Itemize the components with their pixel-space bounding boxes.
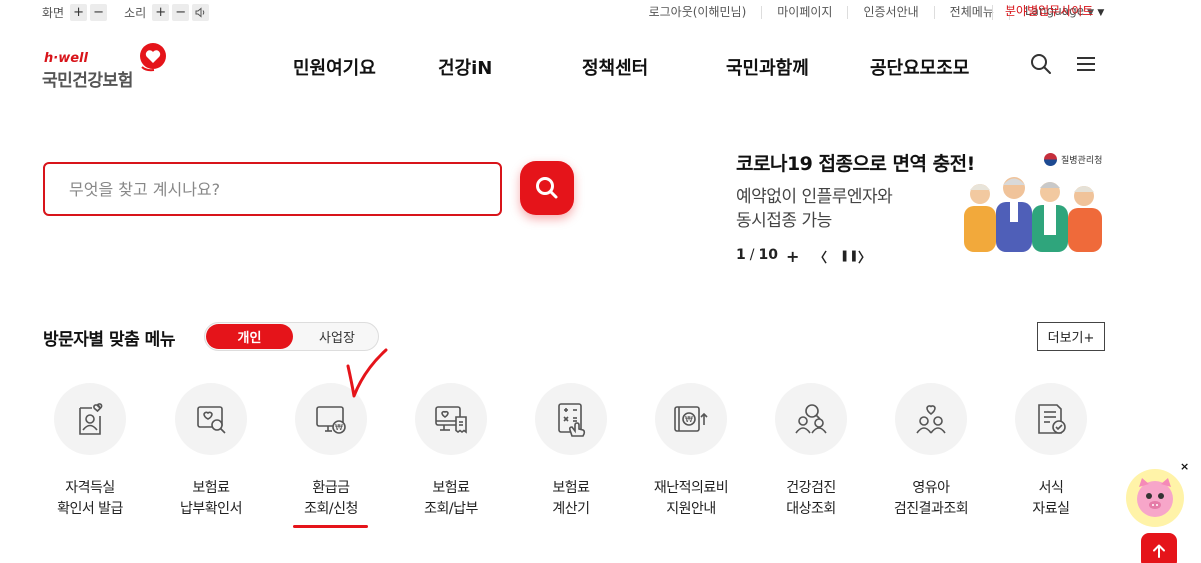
menu-item-catastrophic-medical-support[interactable]: ₩ 재난적의료비 지원안내 (631, 383, 751, 523)
business-site-dropdown[interactable]: 분야별업무사이트 ▼ (992, 5, 1104, 20)
menu-icon-circle: ₩ (655, 383, 727, 455)
menu-item-line2: 조회/납부 (424, 501, 478, 517)
search-button[interactable] (520, 161, 574, 215)
screen-zoom-in-button[interactable]: + (70, 4, 88, 21)
menu-item-premium-calculator[interactable]: 보험료 계산기 (511, 383, 631, 523)
menu-item-line1: 재난적의료비 (653, 480, 729, 496)
scroll-to-top-button[interactable] (1141, 533, 1177, 563)
pager-current: 1 (736, 247, 746, 263)
wallet-won-up-icon: ₩ (674, 406, 708, 432)
menu-icon-circle (1015, 383, 1087, 455)
menu-item-line2: 조회/신청 (304, 501, 358, 517)
utility-bar: 화면 + − 소리 + − 로그아웃(이해민님) 마이페이지 인증서안내 전체메… (0, 0, 1201, 26)
svg-text:₩: ₩ (335, 423, 343, 432)
banner-title[interactable]: 코로나19 접종으로 면역 충전! (736, 149, 975, 176)
menu-item-line2: 지원안내 (666, 501, 716, 517)
speaker-icon[interactable] (192, 4, 210, 21)
agency-name: 질병관리청 (1061, 156, 1103, 166)
tab-personal[interactable]: 개인 (206, 324, 293, 349)
menu-item-line2: 검진결과조회 (893, 501, 969, 517)
search-input[interactable] (69, 177, 469, 201)
pager-total: 10 (758, 247, 778, 263)
menu-icon-circle (895, 383, 967, 455)
mypage-link[interactable]: 마이페이지 (761, 6, 847, 19)
screen-zoom-out-button[interactable]: − (90, 4, 108, 21)
nav-health-in[interactable]: 건강iN (438, 54, 492, 80)
visitor-menu-title: 방문자별 맞춤 메뉴 (43, 330, 175, 350)
search-icon[interactable] (1030, 53, 1052, 75)
chatbot-button[interactable] (1126, 469, 1184, 527)
arrow-up-icon (1153, 544, 1165, 558)
menu-item-line2: 대상조회 (786, 501, 836, 517)
menu-item-premium-inquiry-payment[interactable]: 보험료 조회/납부 (391, 383, 511, 523)
menu-item-line2: 납부확인서 (180, 501, 242, 517)
logout-link[interactable]: 로그아웃(이해민님) (634, 6, 762, 19)
sound-down-button[interactable]: − (172, 4, 190, 21)
banner-more-button[interactable]: + (786, 247, 799, 266)
certificate-guide-link[interactable]: 인증서안내 (847, 6, 933, 19)
menu-item-line1: 보험료 (192, 480, 230, 496)
search-box (43, 162, 502, 216)
menu-icon-circle (175, 383, 247, 455)
caret-down-icon: ▼ (1097, 8, 1105, 18)
pager-separator: / (749, 247, 755, 263)
nav-civil-service[interactable]: 민원여기요 (293, 54, 376, 80)
menu-item-line2: 자료실 (1032, 501, 1070, 517)
menu-item-infant-checkup-results[interactable]: 영유아 검진결과조회 (871, 383, 991, 523)
id-card-heart-icon (79, 403, 103, 435)
menu-item-qualification-certificate[interactable]: 자격득실 확인서 발급 (30, 383, 150, 523)
screen-size-label: 화면 (42, 6, 65, 20)
menu-icon-circle (775, 383, 847, 455)
menu-item-form-library[interactable]: 서식 자료실 (991, 383, 1111, 523)
monitor-won-icon: ₩ (316, 406, 346, 434)
red-checkmark-annotation (346, 348, 388, 398)
sound-up-button[interactable]: + (152, 4, 170, 21)
calculator-hand-icon (558, 403, 586, 437)
kdca-logo: 질병관리청 (1044, 153, 1102, 166)
menu-item-refund-inquiry[interactable]: ₩ 환급금 조회/신청 (271, 383, 391, 523)
search-icon (536, 177, 558, 199)
menu-icon-circle (415, 383, 487, 455)
banner-pause-button[interactable]: ❚❚ (840, 249, 858, 262)
banner-pager: 1 / 10 + 〈 ❚❚ 〉 (736, 247, 871, 266)
banner-prev-button[interactable]: 〈 (814, 247, 827, 266)
banner-subtitle-1: 예약없이 인플루엔자와 (736, 187, 893, 207)
banner-subtitle-2: 동시접종 가능 (736, 211, 832, 231)
menu-item-line1: 환급금 (312, 480, 350, 496)
menu-item-premium-payment-certificate[interactable]: 보험료 납부확인서 (151, 383, 271, 523)
banner-next-button[interactable]: 〉 (858, 247, 871, 266)
svg-text:₩: ₩ (685, 415, 693, 424)
hamburger-menu-icon[interactable] (1075, 53, 1097, 75)
monitor-receipt-icon (435, 406, 467, 434)
global-navigation: 민원여기요 건강iN 정책센터 국민과함께 공단요모조모 (0, 54, 1201, 80)
menu-item-health-checkup-target[interactable]: 건강검진 대상조회 (751, 383, 871, 523)
menu-item-line1: 보험료 (432, 480, 470, 496)
elderly-people-illustration (964, 177, 1102, 252)
menu-item-line2: 계산기 (552, 501, 590, 517)
sound-label: 소리 (124, 6, 147, 20)
menu-item-line1: 보험료 (552, 480, 590, 496)
menu-icon-circle (535, 383, 607, 455)
family-heart-icon (916, 405, 946, 434)
menu-item-line2: 확인서 발급 (57, 501, 123, 517)
menu-icon-circle (54, 383, 126, 455)
menu-item-line1: 서식 (1038, 480, 1064, 496)
menu-item-line1: 자격득실 (65, 480, 115, 496)
form-check-icon (1038, 404, 1066, 434)
more-button[interactable]: 더보기+ (1037, 322, 1105, 351)
pig-mascot-icon (1137, 478, 1173, 517)
nav-corporation-info[interactable]: 공단요모조모 (870, 54, 969, 80)
people-search-icon (795, 404, 827, 434)
business-site-label: 분야별업무사이트 (1005, 4, 1094, 18)
nav-with-citizens[interactable]: 국민과함께 (726, 54, 809, 80)
taegeuk-emblem-icon (1044, 153, 1057, 166)
accessibility-controls: 화면 + − 소리 + − (42, 4, 212, 21)
menu-item-line1: 영유아 (912, 480, 950, 496)
nav-policy-center[interactable]: 정책센터 (582, 54, 648, 80)
menu-item-line1: 건강검진 (786, 480, 836, 496)
red-underline-annotation (293, 525, 368, 528)
chatbot-close-icon[interactable]: × (1180, 460, 1189, 473)
document-search-icon (197, 406, 226, 434)
